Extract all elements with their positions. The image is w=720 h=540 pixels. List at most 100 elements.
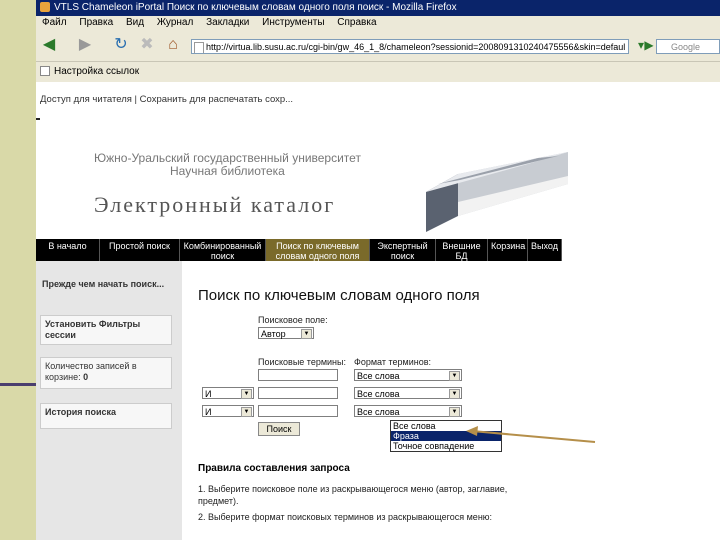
rules-title: Правила составления запроса: [198, 463, 350, 474]
menu-history[interactable]: Журнал: [157, 17, 194, 28]
catalog-nav-bar: В начало Простой поиск Комбинированный по…: [36, 239, 562, 261]
tab-external-db[interactable]: Внешние БД: [436, 239, 488, 261]
operator-value: И: [205, 407, 212, 417]
chevron-down-icon: ▼: [241, 389, 252, 399]
page-viewport: Доступ для читателя | Сохранить для расп…: [36, 82, 720, 540]
format-select-1[interactable]: Все слова ▼: [354, 369, 462, 381]
page-title: Поиск по ключевым словам одного поля: [198, 287, 480, 304]
search-form-area: Поиск по ключевым словам одного поля Пои…: [182, 261, 562, 540]
sidebar: Прежде чем начать поиск... Установить Фи…: [36, 261, 182, 540]
menu-file[interactable]: Файл: [42, 17, 67, 28]
tab-label: Экспертный: [377, 241, 428, 251]
tab-label: В начало: [48, 241, 87, 251]
term-input-2[interactable]: [258, 387, 338, 399]
field-label: Поисковое поле:: [258, 315, 328, 325]
sidebar-history-link[interactable]: История поиска: [40, 403, 172, 429]
format-select-2[interactable]: Все слова ▼: [354, 387, 462, 399]
back-icon[interactable]: ◀: [40, 36, 58, 54]
tab-combined-search[interactable]: Комбинированный поиск: [180, 239, 266, 261]
tab-label: Внешние: [442, 241, 481, 251]
tab-label: Поиск по ключевым: [276, 241, 359, 251]
term-input-1[interactable]: [258, 369, 338, 381]
window-titlebar: VTLS Chameleon iPortal Поиск по ключевым…: [36, 0, 720, 16]
tab-home[interactable]: В начало: [36, 239, 100, 261]
tab-label: Простой поиск: [109, 241, 170, 251]
bookmark-page-icon: [40, 66, 50, 77]
tab-label: Корзина: [491, 241, 526, 251]
chevron-down-icon: ▼: [301, 329, 312, 339]
home-icon[interactable]: ⌂: [164, 36, 182, 54]
library-name: Научная библиотека: [170, 164, 285, 178]
operator-select-1[interactable]: И ▼: [202, 387, 254, 399]
right-blank-area: [562, 239, 720, 540]
dropdown-option-exact[interactable]: Точное совпадение: [391, 441, 501, 451]
sidebar-filters-link[interactable]: Установить Фильтры сессии: [40, 315, 172, 345]
field-select[interactable]: Автор ▼: [258, 327, 314, 339]
separator-dash: [36, 118, 40, 120]
book-logo-icon: [426, 152, 568, 232]
format-label: Формат терминов:: [354, 357, 431, 367]
forward-icon[interactable]: ▶: [76, 36, 94, 54]
url-text: http://virtua.lib.susu.ac.ru/cgi-bin/gw_…: [206, 42, 626, 52]
tab-cart[interactable]: Корзина: [488, 239, 528, 261]
tab-label: Комбинированный: [183, 241, 262, 251]
tab-expert-search[interactable]: Экспертный поиск: [370, 239, 436, 261]
tab-label-2: БД: [455, 251, 468, 261]
dropdown-option-phrase[interactable]: Фраза: [391, 431, 501, 441]
filters-label: Установить Фильтры сессии: [45, 319, 141, 340]
history-label: История поиска: [45, 407, 117, 417]
search-placeholder: Google: [671, 42, 701, 52]
cart-count-label: Количество записей в корзине:: [45, 361, 137, 382]
menu-tools[interactable]: Инструменты: [262, 17, 324, 28]
format-select-value: Все слова: [357, 407, 400, 417]
format-select-3[interactable]: Все слова ▼: [354, 405, 462, 417]
firefox-icon: [40, 2, 50, 13]
tab-label-2: поиск: [390, 251, 415, 261]
menu-edit[interactable]: Правка: [79, 17, 113, 28]
tab-label-2: словам одного поля: [275, 251, 360, 261]
terms-label: Поисковые термины:: [258, 357, 346, 367]
dropdown-option-all-words[interactable]: Все слова: [391, 421, 501, 431]
top-links[interactable]: Доступ для читателя | Сохранить для расп…: [40, 94, 293, 105]
format-select-value: Все слова: [357, 371, 400, 381]
sidebar-before-start-link[interactable]: Прежде чем начать поиск...: [42, 279, 172, 290]
menu-view[interactable]: Вид: [126, 17, 144, 28]
bookmarks-toolbar: Настройка ссылок: [36, 61, 720, 83]
operator-value: И: [205, 389, 212, 399]
page-icon: [194, 42, 204, 53]
chevron-down-icon: ▼: [449, 407, 460, 417]
university-header: Южно-Уральский государственный университ…: [94, 152, 361, 178]
browser-window: VTLS Chameleon iPortal Поиск по ключевым…: [36, 0, 720, 540]
chevron-down-icon: ▼: [241, 407, 252, 417]
navigation-toolbar: ◀ ▶ ↻ ✖ ⌂ http://virtua.lib.susu.ac.ru/c…: [36, 30, 720, 60]
tab-label-2: поиск: [210, 251, 235, 261]
menu-bookmarks[interactable]: Закладки: [206, 17, 249, 28]
url-bar[interactable]: http://virtua.lib.susu.ac.ru/cgi-bin/gw_…: [191, 39, 629, 54]
slide-side-bar: [0, 0, 36, 540]
search-input[interactable]: Google: [656, 39, 720, 54]
tab-simple-search[interactable]: Простой поиск: [100, 239, 180, 261]
search-button[interactable]: Поиск: [258, 422, 300, 436]
tab-logout[interactable]: Выход: [528, 239, 562, 261]
catalog-title: Электронный каталог: [94, 192, 336, 217]
tab-keyword-search[interactable]: Поиск по ключевым словам одного поля: [266, 239, 370, 261]
sidebar-cart-count: Количество записей в корзине: 0: [40, 357, 172, 389]
menu-help[interactable]: Справка: [337, 17, 376, 28]
window-title: VTLS Chameleon iPortal Поиск по ключевым…: [54, 2, 457, 13]
field-select-value: Автор: [261, 329, 286, 339]
cart-count-value: 0: [83, 372, 89, 382]
format-dropdown-list: Все слова Фраза Точное совпадение: [390, 420, 502, 452]
rule-1: 1. Выберите поисковое поле из раскрывающ…: [198, 484, 508, 506]
chevron-down-icon: ▼: [449, 389, 460, 399]
format-select-value: Все слова: [357, 389, 400, 399]
tab-label: Выход: [531, 241, 558, 251]
reload-icon[interactable]: ↻: [112, 36, 130, 54]
operator-select-2[interactable]: И ▼: [202, 405, 254, 417]
stop-icon[interactable]: ✖: [138, 36, 156, 54]
term-input-3[interactable]: [258, 405, 338, 417]
menu-bar: Файл Правка Вид Журнал Закладки Инструме…: [36, 16, 720, 30]
rule-2: 2. Выберите формат поисковых терминов из…: [198, 512, 493, 522]
bookmark-item[interactable]: Настройка ссылок: [54, 66, 139, 77]
chevron-down-icon: ▼: [449, 371, 460, 381]
slide-divider-line: [0, 383, 36, 386]
